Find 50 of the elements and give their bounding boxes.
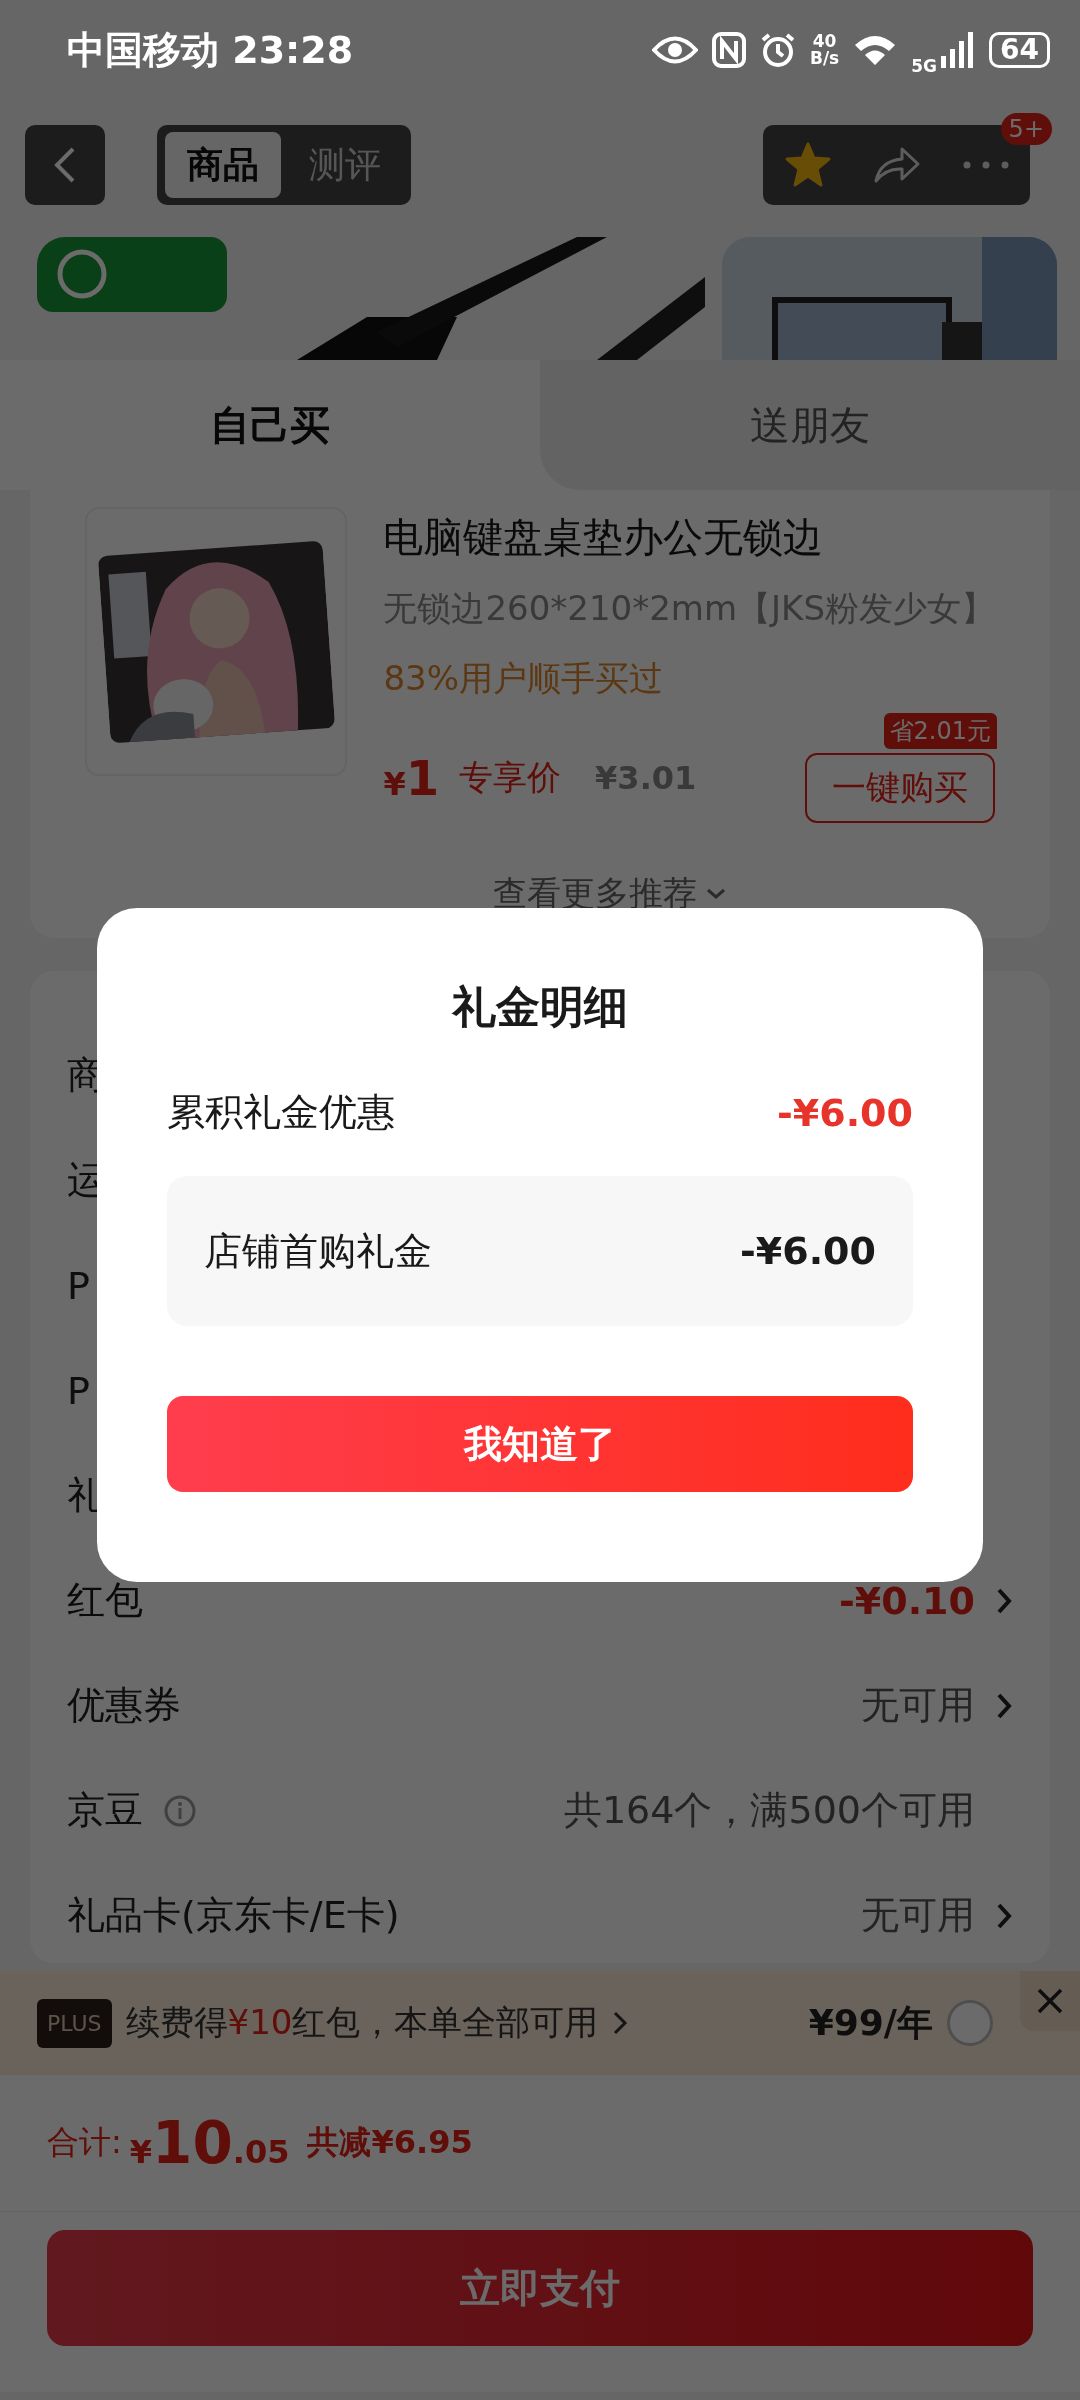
detail-value: -¥6.00	[740, 1229, 876, 1273]
row-label: P	[67, 1263, 90, 1308]
nfc-icon	[711, 32, 746, 68]
row-label: P	[67, 1368, 90, 1413]
signal-icon	[941, 32, 976, 68]
total-label: 合计:	[47, 2122, 122, 2163]
dialog-title: 礼金明细	[450, 980, 629, 1034]
total-amount: ¥10.05	[129, 2109, 290, 2177]
battery-level: 64	[989, 32, 1050, 68]
radio-button[interactable]	[947, 2000, 993, 2046]
network-type: 5G	[911, 56, 938, 76]
row-value: 无可用	[861, 1892, 975, 1939]
confirm-button[interactable]: 我知道了	[167, 1396, 913, 1492]
info-icon[interactable]	[163, 1793, 197, 1828]
nav-tab[interactable]: 商品	[165, 132, 281, 198]
savings-badge: 省2.01元	[883, 713, 997, 749]
alarm-icon	[759, 32, 796, 68]
eye-icon	[651, 35, 698, 65]
back-button[interactable]	[25, 125, 105, 205]
row-value: 共164个，满500个可用	[563, 1787, 975, 1834]
chevron-down-icon	[705, 887, 727, 901]
more-link[interactable]: 查看更多推荐	[445, 871, 775, 917]
carrier-time: 中国移动 23:28	[67, 26, 355, 74]
price-label: 专享价	[459, 756, 562, 799]
detail-label: 店铺首购礼金	[204, 1227, 432, 1275]
close-button[interactable]	[1020, 1971, 1080, 2031]
back-icon	[53, 145, 77, 185]
purchase-rate: 83%用户顺手买过	[383, 657, 664, 700]
close-icon	[1035, 1986, 1065, 2016]
row-label: 红包	[67, 1577, 143, 1624]
row-label: 礼品卡(京东卡/E卡)	[67, 1892, 400, 1939]
wifi-icon	[853, 33, 898, 67]
purchase-tab[interactable]: 送朋友	[540, 360, 1080, 490]
summary-label: 累积礼金优惠	[167, 1089, 395, 1136]
row-value: 无可用	[861, 1682, 975, 1729]
product-price: ¥1	[383, 750, 440, 806]
total-savings: 共减¥6.95	[307, 2122, 473, 2163]
pay-button[interactable]: 立即支付	[47, 2230, 1033, 2346]
row-value: -¥0.10	[839, 1578, 975, 1623]
membership-price: ¥99/年	[808, 2000, 933, 2045]
notification-badge: 5+	[1000, 113, 1052, 145]
chevron-icon[interactable]	[612, 2009, 629, 2037]
buy-now-button[interactable]: 一键购买	[805, 753, 995, 823]
product-title: 电脑键盘桌垫办公无锁边	[383, 513, 825, 562]
summary-value: -¥6.00	[777, 1090, 913, 1135]
plus-badge: PLUS	[37, 1998, 112, 2048]
membership-offer[interactable]: 续费得¥10红包，本单全部可用	[125, 2000, 599, 2046]
row-label: 京豆	[67, 1787, 143, 1834]
row-label: 优惠券	[67, 1682, 181, 1729]
net-speed: 40 B/s	[809, 33, 840, 67]
